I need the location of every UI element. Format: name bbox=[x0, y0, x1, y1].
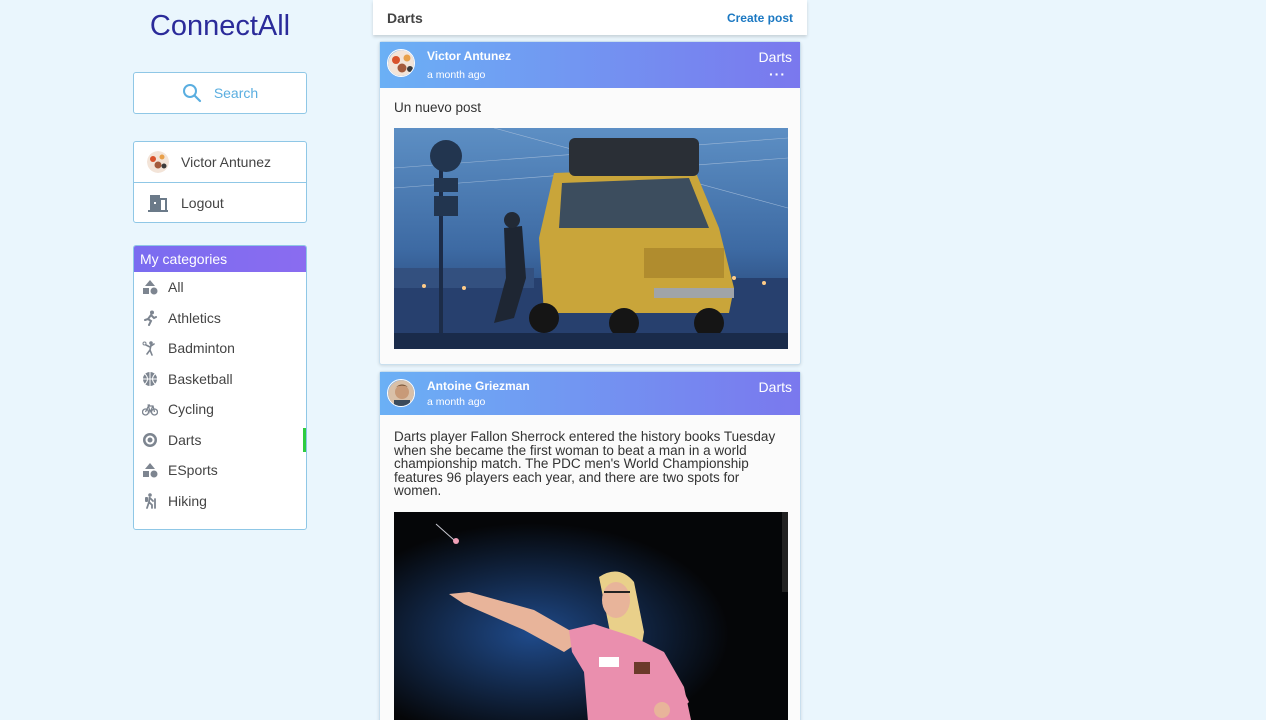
category-label: Badminton bbox=[168, 340, 235, 357]
category-label: Cycling bbox=[168, 401, 214, 418]
post-time: a month ago bbox=[427, 69, 486, 81]
category-label: ESports bbox=[168, 462, 218, 479]
post-card: Antoine Griezman a month ago Darts Darts… bbox=[379, 371, 801, 720]
categories-panel: My categories All Athletics Badminton Ba… bbox=[133, 245, 307, 530]
category-item-athletics[interactable]: Athletics bbox=[134, 303, 306, 334]
category-item-esports[interactable]: ESports bbox=[134, 455, 306, 486]
profile-link[interactable]: Victor Antunez bbox=[134, 142, 306, 182]
category-label: Basketball bbox=[168, 370, 233, 387]
user-name: Victor Antunez bbox=[181, 154, 272, 170]
post-header: Victor Antunez a month ago Darts ··· bbox=[380, 42, 800, 88]
category-item-hiking[interactable]: Hiking bbox=[134, 486, 306, 517]
post-time: a month ago bbox=[427, 396, 486, 408]
badminton-icon bbox=[142, 341, 155, 357]
app-logo-title: ConnectAll bbox=[149, 10, 291, 42]
categories-title: My categories bbox=[134, 246, 306, 272]
post-category: Darts bbox=[758, 49, 792, 65]
feed-title: Darts bbox=[387, 9, 423, 26]
post-author[interactable]: Antoine Griezman bbox=[427, 379, 530, 393]
post-image bbox=[394, 127, 788, 349]
logout-button[interactable]: Logout bbox=[134, 182, 306, 222]
category-item-basketball[interactable]: Basketball bbox=[134, 364, 306, 395]
basketball-icon bbox=[143, 371, 157, 386]
user-menu: Victor Antunez Logout bbox=[133, 141, 307, 223]
post-menu-button[interactable]: ··· bbox=[769, 66, 786, 82]
search-label: Search bbox=[213, 85, 259, 101]
category-item-darts[interactable]: Darts bbox=[134, 425, 306, 456]
post-header: Antoine Griezman a month ago Darts bbox=[380, 372, 800, 415]
post-category: Darts bbox=[758, 379, 792, 395]
search-icon bbox=[182, 84, 201, 103]
target-icon bbox=[143, 432, 157, 447]
running-icon bbox=[144, 310, 157, 326]
category-label: All bbox=[168, 279, 184, 296]
feed-header: Darts Create post bbox=[373, 0, 807, 35]
search-button[interactable]: Search bbox=[133, 72, 307, 114]
logout-label: Logout bbox=[181, 194, 224, 211]
post-text: Darts player Fallon Sherrock entered the… bbox=[394, 429, 776, 498]
post-card: Victor Antunez a month ago Darts ··· Un … bbox=[379, 41, 801, 365]
hiking-icon bbox=[145, 492, 156, 509]
shapes-icon bbox=[143, 280, 158, 295]
post-image bbox=[394, 511, 788, 720]
category-item-cycling[interactable]: Cycling bbox=[134, 394, 306, 425]
category-label: Darts bbox=[168, 431, 202, 448]
post-text: Un nuevo post bbox=[394, 100, 482, 115]
category-item-all[interactable]: All bbox=[134, 272, 306, 303]
category-label: Hiking bbox=[168, 492, 207, 509]
category-label: Athletics bbox=[168, 309, 221, 326]
create-post-button[interactable]: Create post bbox=[727, 11, 793, 25]
category-item-badminton[interactable]: Badminton bbox=[134, 333, 306, 364]
avatar bbox=[147, 151, 169, 173]
post-author[interactable]: Victor Antunez bbox=[427, 49, 511, 63]
bicycle-icon bbox=[142, 404, 158, 416]
door-exit-icon bbox=[148, 194, 168, 212]
avatar[interactable] bbox=[387, 379, 415, 407]
shapes-icon bbox=[143, 463, 158, 478]
avatar[interactable] bbox=[387, 49, 415, 77]
